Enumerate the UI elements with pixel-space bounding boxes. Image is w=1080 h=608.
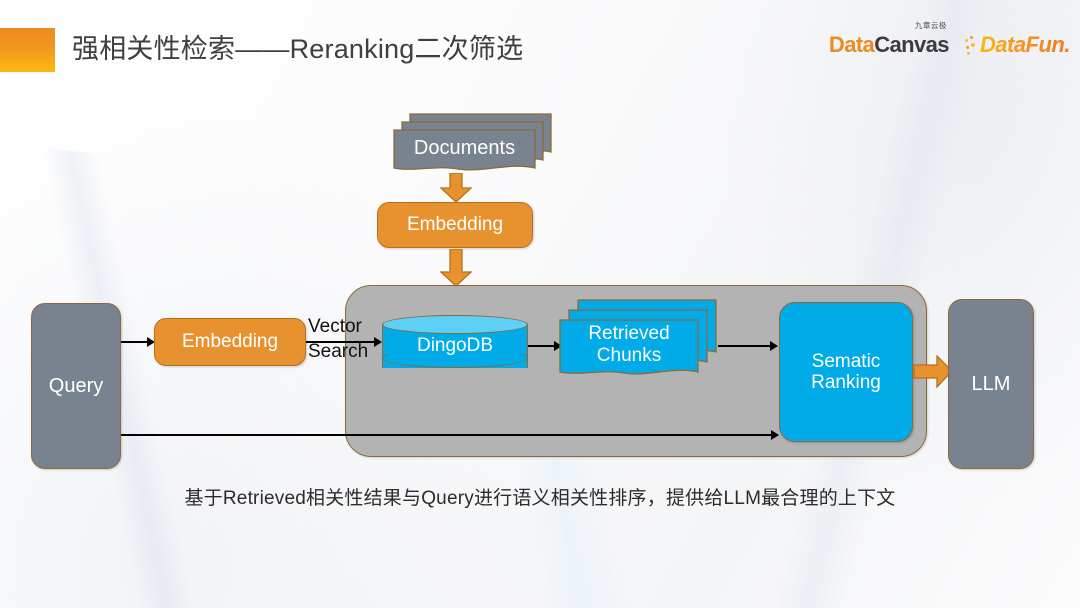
documents-stack: Documents [378, 112, 553, 172]
datacanvas-logo-cn: 九章云极 [914, 21, 947, 30]
sematic-ranking-line1: Sematic [811, 350, 881, 372]
arrow-documents-to-embedding [440, 173, 472, 203]
logo-group: 九章云极 DataCanvas DataFun. [828, 21, 1071, 57]
edge-query-bypass-to-ranking [121, 434, 778, 436]
arrow-embedding-to-pipeline [440, 249, 472, 287]
datacanvas-logo-data: Data [828, 32, 875, 57]
edge-embedding-to-dingodb [306, 341, 376, 343]
vector-search-line1: Vector [308, 316, 362, 337]
query-label: Query [48, 374, 104, 397]
datafun-logo-wordmark: DataFun. [979, 32, 1071, 57]
datacanvas-logo-canvas: Canvas [874, 32, 949, 57]
edge-embedding-to-dingodb-arrowhead [374, 337, 382, 347]
embedding-query-node: Embedding [154, 318, 306, 366]
datacanvas-logo: 九章云极 DataCanvas [828, 21, 950, 57]
datafun-dots-icon [964, 35, 978, 56]
llm-node: LLM [948, 299, 1034, 469]
edge-chunks-to-ranking-arrowhead [770, 341, 778, 351]
edge-query-bypass-arrowhead [771, 430, 779, 440]
diagram-caption: 基于Retrieved相关性结果与Query进行语义相关性排序，提供给LLM最合… [184, 488, 896, 509]
vector-search-label: Vector Search [308, 314, 384, 364]
page-title: 强相关性检索——Reranking二次筛选 [72, 34, 524, 64]
sematic-ranking-node: Sematic Ranking [779, 302, 913, 442]
datafun-logo: DataFun. [964, 32, 1071, 57]
slide-canvas: 强相关性检索——Reranking二次筛选 九章云极 DataCanvas Da… [0, 0, 1080, 608]
arrow-ranking-to-llm [913, 355, 953, 389]
edge-chunks-to-ranking [718, 345, 776, 347]
dingodb-label: DingoDB [416, 335, 494, 356]
embedding-ingest-label: Embedding [406, 214, 504, 236]
dingodb-node: DingoDB [382, 315, 528, 377]
llm-label: LLM [971, 372, 1011, 395]
embedding-query-label: Embedding [181, 331, 279, 353]
edge-query-to-embedding [121, 341, 149, 343]
title-accent-mark [0, 28, 55, 72]
retrieved-chunks-stack: Retrieved Chunks [552, 298, 718, 378]
sematic-ranking-line2: Ranking [811, 372, 881, 393]
datacanvas-logo-wordmark: DataCanvas [828, 32, 950, 57]
query-node: Query [31, 303, 121, 469]
vector-search-line2: Search [308, 341, 369, 362]
embedding-ingest-node: Embedding [377, 202, 533, 248]
